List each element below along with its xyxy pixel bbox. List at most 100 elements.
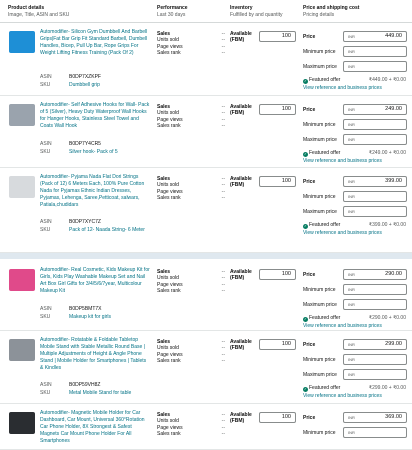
max-price-input[interactable]: INR	[343, 206, 407, 217]
sku-row: SKU Silver hook- Pack of 5	[40, 149, 150, 155]
asin-row: ASIN B0DP5BMT7X	[40, 306, 150, 312]
min-price-label: Minimum price	[303, 287, 336, 293]
metric-value: --	[221, 176, 225, 182]
product-title-link[interactable]: Automodifier- Magnetic Mobile Holder for…	[40, 410, 150, 445]
sku-link[interactable]: Pack of 12- Naada String- 6 Meter	[69, 227, 149, 233]
price-label: Price	[303, 272, 316, 278]
metric-sales-rank: Sales rank --	[157, 195, 225, 201]
sku-link[interactable]: Makeup kit for girls	[69, 314, 149, 320]
currency-label: INR	[348, 49, 355, 54]
price-input[interactable]: INR 399.00	[343, 176, 407, 187]
quantity-input[interactable]: 100	[259, 104, 296, 115]
asin-value: B0DP7XYC7Z	[69, 219, 101, 226]
inventory-cell: Available (FBM) 100	[230, 339, 300, 353]
reference-prices-link[interactable]: View reference and business prices	[303, 85, 382, 91]
currency-label: INR	[348, 272, 355, 277]
sku-link[interactable]: Dumbbell grip	[69, 82, 149, 88]
pricing-cell: Price INR 369.00 Minimum price INR	[303, 404, 408, 450]
metric-value: --	[221, 104, 225, 110]
reference-prices-link[interactable]: View reference and business prices	[303, 230, 382, 236]
currency-label: INR	[348, 342, 355, 347]
metric-label: Page views	[157, 188, 183, 195]
max-price-label: Maximum price	[303, 372, 337, 378]
price-input[interactable]: INR 290.00	[343, 269, 407, 280]
max-price-label: Maximum price	[303, 209, 337, 215]
metric-label: Sales rank	[157, 430, 181, 437]
min-price-input[interactable]: INR	[343, 46, 407, 57]
currency-label: INR	[348, 302, 355, 307]
min-price-input[interactable]: INR	[343, 284, 407, 295]
product-image[interactable]	[9, 104, 35, 126]
metric-sales-rank: Sales rank --	[157, 288, 225, 294]
check-icon: ✓	[303, 223, 308, 229]
quantity-input[interactable]: 100	[259, 176, 296, 187]
metric-sales-rank: Sales rank --	[157, 431, 225, 437]
product-image[interactable]	[9, 176, 35, 198]
quantity-input[interactable]: 100	[259, 269, 296, 280]
price-input[interactable]: INR 449.00	[343, 31, 407, 42]
max-price-input[interactable]: INR	[343, 134, 407, 145]
product-title-link[interactable]: Automodifier- Self Adhesive Hooks for Wa…	[40, 102, 150, 130]
sku-link[interactable]: Metal Mobile Stand for table	[69, 390, 149, 396]
metric-label: Sales rank	[157, 287, 181, 294]
product-title-link[interactable]: Automodifier- Pyjama Nada Flat Dori Stri…	[40, 174, 150, 209]
inventory-cell: Available (FBM) 100	[230, 176, 300, 190]
product-image[interactable]	[9, 339, 35, 361]
quantity-input[interactable]: 100	[259, 412, 296, 423]
metric-value: --	[221, 339, 225, 345]
max-price-input[interactable]: INR	[343, 369, 407, 380]
price-input[interactable]: INR 249.00	[343, 104, 407, 115]
max-price-label: Maximum price	[303, 137, 337, 143]
product-image[interactable]	[9, 269, 35, 291]
col-title: Inventory	[230, 5, 253, 11]
price-input[interactable]: INR 299.00	[343, 339, 407, 350]
metric-value: --	[221, 116, 225, 123]
metric-label: Page views	[157, 116, 183, 123]
sku-row: SKU Dumbbell grip	[40, 82, 150, 88]
product-title-link[interactable]: Automodifier- Rotatable & Foldable Table…	[40, 337, 150, 372]
max-price-label: Maximum price	[303, 64, 337, 70]
currency-label: INR	[348, 357, 355, 362]
min-price-label: Minimum price	[303, 49, 336, 55]
inventory-cell: Available (FBM) 100	[230, 31, 300, 45]
min-price-input[interactable]: INR	[343, 427, 407, 438]
metric-value: --	[221, 31, 225, 37]
sku-row: SKU Metal Mobile Stand for table	[40, 390, 150, 396]
col-subtitle: Image, Title, ASIN and SKU	[8, 12, 70, 19]
product-title-link[interactable]: Automodifier- Real Cosmetic, Kids Makeup…	[40, 267, 150, 295]
min-price-label: Minimum price	[303, 357, 336, 363]
product-title-link[interactable]: Automodifier- Silicon Gym Dumbbell And B…	[40, 29, 150, 57]
currency-label: INR	[348, 209, 355, 214]
max-price-input[interactable]: INR	[343, 299, 407, 310]
metric-value: --	[221, 275, 225, 282]
col-product-details: Product details Image, Title, ASIN and S…	[8, 5, 69, 19]
price-value: 449.00	[385, 33, 402, 39]
max-price-input[interactable]: INR	[343, 61, 407, 72]
sku-row: SKU Pack of 12- Naada String- 6 Meter	[40, 227, 150, 233]
price-value: 299.00	[385, 341, 402, 347]
reference-prices-link[interactable]: View reference and business prices	[303, 323, 382, 329]
currency-label: INR	[348, 415, 355, 420]
min-price-input[interactable]: INR	[343, 354, 407, 365]
min-price-input[interactable]: INR	[343, 191, 407, 202]
col-performance: Performance Last 30 days	[157, 5, 188, 19]
metric-value: --	[221, 287, 225, 294]
quantity-input[interactable]: 100	[259, 339, 296, 350]
reference-prices-link[interactable]: View reference and business prices	[303, 158, 382, 164]
sku-link[interactable]: Silver hook- Pack of 5	[69, 149, 149, 155]
product-image[interactable]	[9, 412, 35, 434]
reference-prices-link[interactable]: View reference and business prices	[303, 393, 382, 399]
min-price-input[interactable]: INR	[343, 119, 407, 130]
product-image[interactable]	[9, 31, 35, 53]
pricing-cell: Price INR 299.00 Minimum price INR Maximum pr…	[303, 331, 408, 404]
price-value: 249.00	[385, 106, 402, 112]
metric-value: --	[221, 412, 225, 418]
quantity-input[interactable]: 100	[259, 31, 296, 42]
currency-label: INR	[348, 107, 355, 112]
asin-value: B0DP7Y4CR5	[69, 140, 101, 147]
price-input[interactable]: INR 369.00	[343, 412, 407, 423]
section-divider	[0, 253, 412, 259]
metric-label: Sales rank	[157, 194, 181, 201]
featured-offer: ✓ Featured offer ₹449.00 + ₹0.00	[303, 77, 408, 84]
inventory-cell: Available (FBM) 100	[230, 412, 300, 426]
